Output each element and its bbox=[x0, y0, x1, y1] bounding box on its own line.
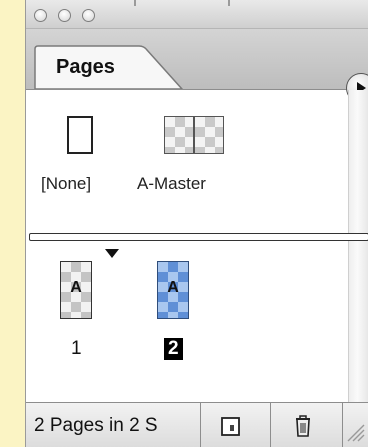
footer-separator bbox=[200, 403, 201, 447]
trash-icon[interactable] bbox=[288, 411, 318, 441]
resize-grip-icon[interactable] bbox=[344, 415, 368, 445]
page-thumbnail-2[interactable]: A bbox=[157, 261, 189, 319]
minimize-button[interactable] bbox=[58, 9, 71, 22]
pages-panel: Pages [None] A-Master A 1 A 2 2 Pages in… bbox=[25, 0, 368, 447]
title-bar-tick bbox=[134, 0, 136, 6]
master-none-label: [None] bbox=[41, 174, 92, 193]
pages-tab-label: Pages bbox=[56, 56, 115, 78]
blank-page-icon[interactable] bbox=[67, 116, 93, 154]
panel-title-bar[interactable] bbox=[26, 0, 368, 29]
section-divider[interactable] bbox=[29, 233, 368, 241]
zoom-button[interactable] bbox=[82, 9, 95, 22]
vertical-scrollbar[interactable] bbox=[348, 90, 368, 402]
close-button[interactable] bbox=[34, 9, 47, 22]
page-master-prefix: A bbox=[70, 279, 82, 296]
master-spread-icon[interactable] bbox=[164, 116, 224, 154]
footer-separator bbox=[270, 403, 271, 447]
page-number-1: 1 bbox=[71, 338, 82, 359]
a-master-label: A-Master bbox=[137, 174, 206, 193]
page-number-2: 2 bbox=[164, 338, 183, 360]
status-text: 2 Pages in 2 S bbox=[34, 415, 158, 436]
new-page-icon[interactable] bbox=[216, 411, 246, 441]
panel-tab-strip: Pages bbox=[26, 29, 368, 103]
master-left-page bbox=[164, 116, 194, 154]
page-thumbnail-1[interactable]: A bbox=[60, 261, 92, 319]
footer-separator bbox=[342, 403, 343, 447]
master-right-page bbox=[194, 116, 224, 154]
panel-footer: 2 Pages in 2 S bbox=[26, 402, 368, 447]
page-master-prefix: A bbox=[167, 279, 179, 296]
title-bar-tick bbox=[228, 0, 230, 6]
current-page-arrow-icon bbox=[105, 249, 119, 258]
